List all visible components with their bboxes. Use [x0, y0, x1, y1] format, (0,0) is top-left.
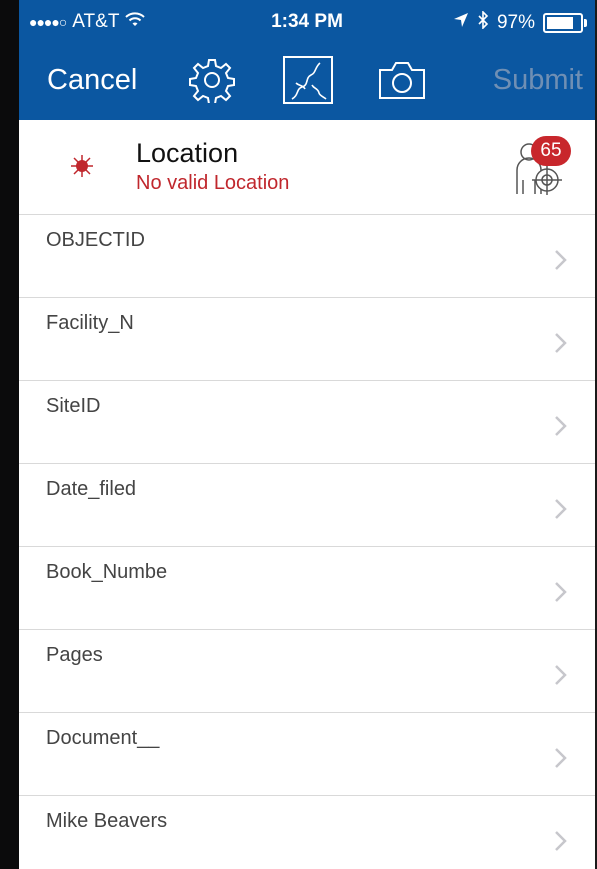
status-right: 97% [453, 10, 587, 35]
location-status: No valid Location [136, 172, 290, 194]
chevron-right-icon [555, 499, 567, 519]
battery-icon [543, 13, 587, 33]
field-label: Mike Beavers [46, 810, 168, 832]
field-label: SiteID [46, 395, 101, 417]
header: ●●●●○ AT&T 1:34 PM 97% Cancel Submit [19, 0, 595, 120]
field-label: Pages [46, 644, 103, 666]
chevron-right-icon [555, 250, 567, 270]
cancel-button[interactable]: Cancel [47, 50, 137, 110]
field-label: Date_filed [46, 478, 137, 500]
chevron-right-icon [555, 665, 567, 685]
field-label: Facility_N [46, 312, 134, 334]
submit-button[interactable]: Submit [493, 50, 583, 110]
battery-tip [584, 19, 587, 27]
field-row[interactable]: Mike Beavers [19, 796, 595, 869]
app-screen: ●●●●○ AT&T 1:34 PM 97% Cancel Submit Loc… [19, 0, 595, 869]
location-marker-icon [71, 155, 93, 177]
field-row[interactable]: Date_filed [19, 464, 595, 547]
form-content: Location No valid Location 65 OBJECTID F… [19, 120, 595, 869]
battery-percent: 97% [496, 12, 535, 33]
field-row[interactable]: Book_Numbe [19, 547, 595, 630]
field-row[interactable]: Facility_N [19, 298, 595, 381]
field-row[interactable]: Document__ [19, 713, 595, 796]
field-label: Book_Numbe [46, 561, 168, 583]
chevron-right-icon [555, 333, 567, 353]
status-bar: ●●●●○ AT&T 1:34 PM 97% [19, 0, 595, 44]
camera-icon[interactable] [374, 50, 430, 110]
location-title: Location [136, 138, 239, 168]
location-row[interactable]: Location No valid Location 65 [19, 120, 595, 215]
collector-button[interactable]: 65 [511, 136, 571, 198]
field-row[interactable]: Pages [19, 630, 595, 713]
location-arrow-icon [453, 12, 469, 34]
chevron-right-icon [555, 831, 567, 851]
chevron-right-icon [555, 748, 567, 768]
map-icon[interactable] [277, 50, 339, 110]
bluetooth-icon [477, 10, 489, 35]
field-label: Document__ [46, 727, 160, 749]
field-label: OBJECTID [46, 229, 145, 251]
field-row[interactable]: SiteID [19, 381, 595, 464]
field-row[interactable]: OBJECTID [19, 215, 595, 298]
count-badge: 65 [531, 136, 571, 166]
chevron-right-icon [555, 582, 567, 602]
battery-fill [547, 17, 574, 29]
gear-icon[interactable] [184, 50, 240, 110]
chevron-right-icon [555, 416, 567, 436]
toolbar: Cancel Submit [19, 50, 595, 110]
